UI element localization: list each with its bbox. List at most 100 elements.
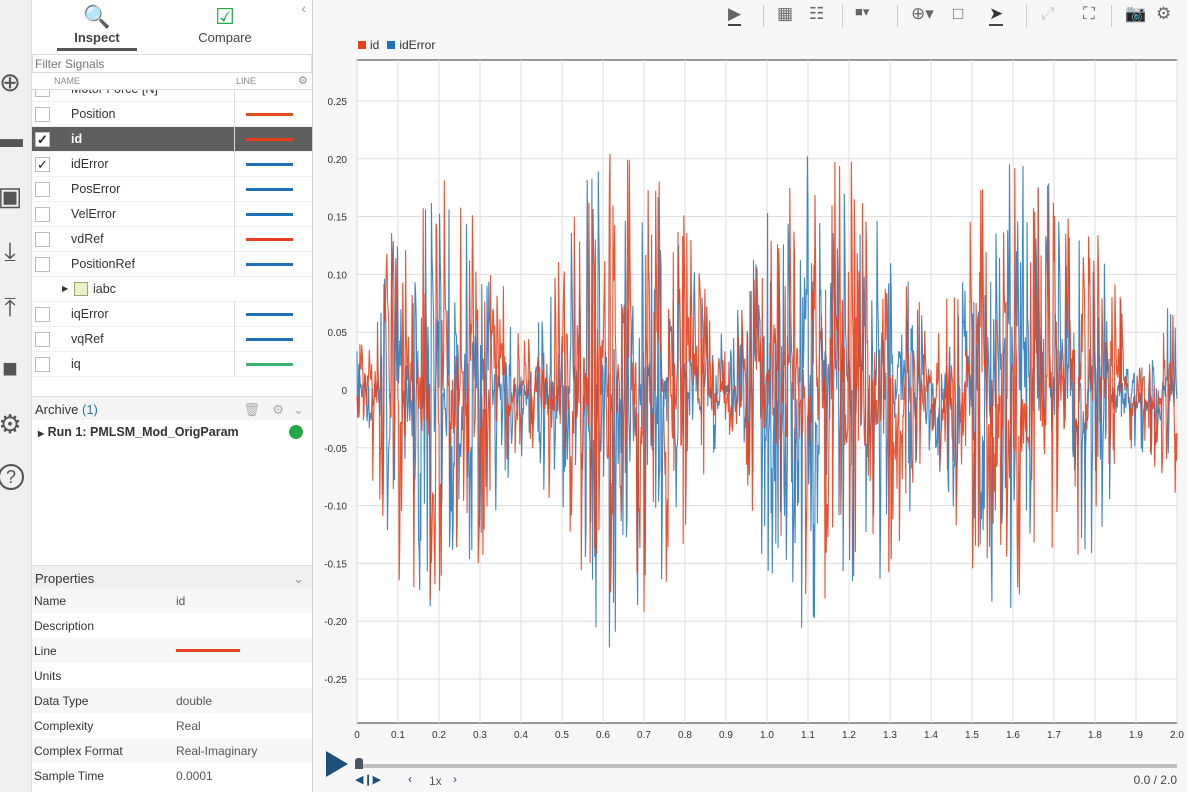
run-row[interactable]: ▶ Run 1: PMLSM_Mod_OrigParam xyxy=(32,422,312,442)
cursor-icon[interactable]: ➤ xyxy=(989,4,1004,26)
legend-item[interactable]: idError xyxy=(387,38,439,52)
line-swatch[interactable] xyxy=(176,649,240,652)
signal-row[interactable]: iq xyxy=(32,352,312,377)
x-tick-label: 1.0 xyxy=(760,730,774,741)
property-value[interactable]: Real-Imaginary xyxy=(176,744,257,758)
subplot-grid-icon[interactable]: ☷ xyxy=(809,4,824,24)
signal-checkbox[interactable] xyxy=(35,357,50,372)
download-icon[interactable]: ⤓ xyxy=(0,236,26,268)
filter-signals-input[interactable] xyxy=(32,54,312,73)
folder-icon[interactable]: ▬ xyxy=(0,122,26,154)
line-style-swatch[interactable] xyxy=(246,238,293,241)
signal-row[interactable]: ✓ idError xyxy=(32,152,312,177)
step-buttons-icon[interactable]: ◀❙▶ xyxy=(355,773,381,786)
gear-icon[interactable]: ⚙ xyxy=(298,74,308,87)
line-style-swatch[interactable] xyxy=(246,163,293,166)
chevron-down-icon[interactable]: ⌄ xyxy=(293,402,304,418)
signal-checkbox[interactable] xyxy=(35,232,50,247)
slower-button[interactable]: ‹ xyxy=(408,772,412,786)
line-style-swatch[interactable] xyxy=(246,138,293,141)
playback-controls: ◀❙▶ ‹ 1x › 0.0 / 2.0 xyxy=(313,745,1187,792)
signal-checkbox[interactable] xyxy=(35,90,50,97)
line-style-swatch[interactable] xyxy=(246,363,293,366)
trash-icon[interactable]: 🗑 xyxy=(243,402,260,418)
line-style-swatch[interactable] xyxy=(246,213,293,216)
playback-slider-thumb[interactable] xyxy=(355,758,363,769)
signal-row[interactable]: iqError xyxy=(32,302,312,327)
fullscreen-icon[interactable]: ⛶ xyxy=(1083,4,1095,24)
y-tick-label: -0.15 xyxy=(324,559,347,570)
signal-row[interactable]: PosError xyxy=(32,177,312,202)
x-tick-label: 1.3 xyxy=(883,730,897,741)
signal-checkbox[interactable] xyxy=(35,257,50,272)
run-label: Run 1: PMLSM_Mod_OrigParam xyxy=(47,425,239,439)
faster-button[interactable]: › xyxy=(453,772,457,786)
line-style-swatch[interactable] xyxy=(246,338,293,341)
x-tick-label: 0.6 xyxy=(596,730,610,741)
signal-checkbox[interactable] xyxy=(35,107,50,122)
settings-icon[interactable]: ⚙ xyxy=(1156,4,1171,24)
tab-compare[interactable]: ☑ Compare xyxy=(180,4,270,45)
signal-row[interactable]: VelError xyxy=(32,202,312,227)
subplot-number-icon[interactable]: ■▾ xyxy=(855,4,869,20)
property-row: Complexity Real xyxy=(32,713,312,738)
signal-row[interactable]: PositionRef xyxy=(32,252,312,277)
tab-inspect[interactable]: 🔍 Inspect xyxy=(52,4,142,51)
save-icon[interactable]: ▣ xyxy=(0,180,26,212)
add-icon[interactable]: ⊕ xyxy=(0,66,26,98)
line-style-swatch[interactable] xyxy=(246,263,293,266)
gear-icon[interactable]: ⚙ xyxy=(272,402,284,418)
property-key: Units xyxy=(34,669,62,683)
line-style-swatch[interactable] xyxy=(246,188,293,191)
x-tick-label: 0.3 xyxy=(473,730,487,741)
search-icon: 🔍 xyxy=(83,4,111,29)
play-button[interactable] xyxy=(326,751,348,777)
help-icon[interactable]: ? xyxy=(0,464,24,490)
signal-checkbox[interactable] xyxy=(35,307,50,322)
signal-checkbox[interactable] xyxy=(35,332,50,347)
x-tick-label: 1.4 xyxy=(924,730,938,741)
signal-group-row[interactable]: ▶ iabc xyxy=(32,277,312,302)
signal-checkbox[interactable] xyxy=(35,207,50,222)
expand-icon[interactable]: ⤢ xyxy=(1041,4,1055,24)
chevron-down-icon[interactable]: ⌄ xyxy=(293,571,304,587)
camera-icon[interactable]: 📷 xyxy=(1125,4,1146,24)
signal-checkbox[interactable]: ✓ xyxy=(35,132,50,147)
property-value[interactable]: id xyxy=(176,594,185,608)
settings-icon[interactable]: ⚙ xyxy=(0,408,26,440)
playback-slider[interactable] xyxy=(357,764,1177,768)
signal-row[interactable]: vdRef xyxy=(32,227,312,252)
signal-row[interactable]: vqRef xyxy=(32,327,312,352)
property-value[interactable]: double xyxy=(176,694,212,708)
y-tick-label: -0.20 xyxy=(324,617,347,628)
collapse-panel-icon[interactable]: ‹ xyxy=(301,0,306,16)
signal-name: iq xyxy=(71,357,81,371)
expand-triangle-icon[interactable]: ▶ xyxy=(38,429,44,438)
upload-icon[interactable]: ⤒ xyxy=(0,292,26,324)
properties-header[interactable]: Properties ⌄ xyxy=(32,565,312,589)
column-line: LINE xyxy=(236,76,257,86)
archive-label: Archive xyxy=(35,402,79,417)
signal-row[interactable]: Position xyxy=(32,102,312,127)
legend-swatch xyxy=(358,41,366,49)
signal-row[interactable]: Motor Force [N] xyxy=(32,90,312,102)
signal-row[interactable]: ✓ id xyxy=(32,127,312,152)
replay-icon[interactable]: ▶︎ xyxy=(728,4,742,26)
line-chart[interactable]: 0 0.1 0.2 0.3 0.4 0.5 0.6 0.7 0.8 0.9 1.0 1.1 1.2 1.3… xyxy=(313,55,1187,745)
layout-grid-icon[interactable]: ▦ xyxy=(777,4,793,24)
x-tick-label: 1.9 xyxy=(1129,730,1143,741)
expand-triangle-icon[interactable]: ▶ xyxy=(62,284,68,293)
property-row: Sample Time 0.0001 xyxy=(32,763,312,788)
document-icon[interactable]: ■ xyxy=(0,352,26,384)
line-style-swatch[interactable] xyxy=(246,113,293,116)
archive-header[interactable]: Archive (1) 🗑 ⚙ ⌄ xyxy=(32,396,312,420)
fit-to-view-icon[interactable]: □ xyxy=(953,4,963,24)
legend-item[interactable]: id xyxy=(358,38,383,52)
zoom-icon[interactable]: ⊕▾ xyxy=(911,4,934,24)
property-value[interactable]: 0.0001 xyxy=(176,769,213,783)
signal-checkbox[interactable] xyxy=(35,182,50,197)
property-value[interactable]: Real xyxy=(176,719,201,733)
line-style-swatch[interactable] xyxy=(246,313,293,316)
signal-checkbox[interactable]: ✓ xyxy=(35,157,50,172)
tab-inspect-label: Inspect xyxy=(74,30,120,45)
